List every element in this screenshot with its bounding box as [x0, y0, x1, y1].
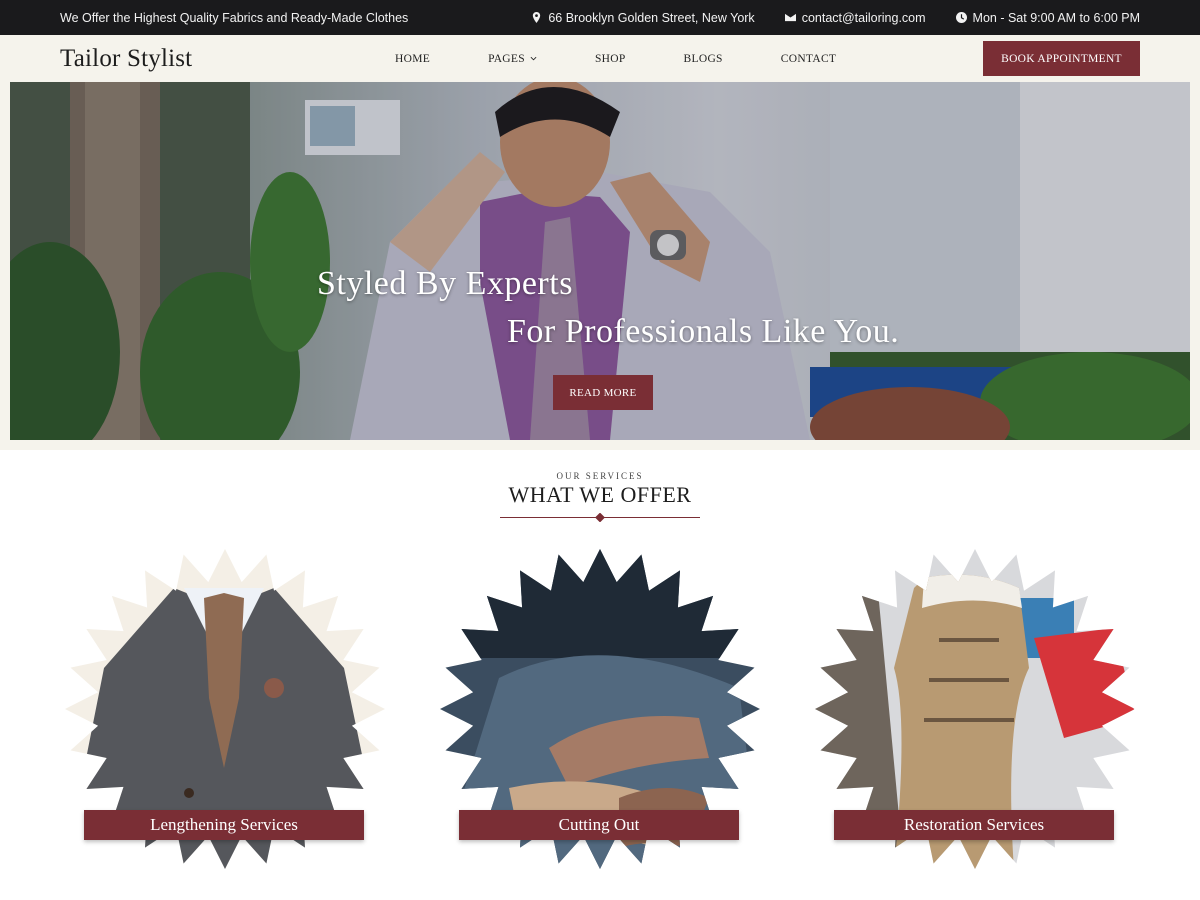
map-pin-icon	[533, 12, 541, 23]
nav-pages-label: PAGES	[488, 52, 525, 65]
service-card-lengthening[interactable]: Lengthening Services	[64, 548, 386, 870]
envelope-icon	[784, 13, 796, 22]
nav-pages[interactable]: PAGES	[488, 53, 537, 65]
service-label-cutting[interactable]: Cutting Out	[459, 810, 739, 840]
hero-title-line1: Styled By Experts	[317, 265, 573, 302]
section-eyebrow: OUR SERVICES	[556, 471, 644, 481]
service-card-cutting[interactable]: Cutting Out	[439, 548, 761, 870]
address-text: 66 Brooklyn Golden Street, New York	[548, 10, 755, 25]
nav-blogs-label: BLOGS	[683, 52, 723, 65]
hours-text: Mon - Sat 9:00 AM to 6:00 PM	[972, 10, 1140, 25]
hours-info: Mon - Sat 9:00 AM to 6:00 PM	[955, 10, 1140, 25]
service-label-restoration[interactable]: Restoration Services	[834, 810, 1114, 840]
nav-contact-label: CONTACT	[780, 52, 837, 65]
divider-ornament	[500, 513, 700, 522]
main-nav: HOME PAGES SHOP BLOGS CONTACT	[395, 53, 894, 65]
nav-shop-label: SHOP	[594, 52, 626, 65]
hero-title-line2: For Professionals Like You.	[507, 313, 900, 350]
address-info: 66 Brooklyn Golden Street, New York	[531, 10, 755, 25]
top-bar: We Offer the Highest Quality Fabrics and…	[0, 0, 1200, 35]
site-header: Tailor Stylist HOME PAGES SHOP BLOGS CON…	[0, 35, 1200, 82]
read-more-button[interactable]: READ MORE	[553, 375, 653, 410]
hero-frame: Styled By Experts For Professionals Like…	[0, 82, 1200, 450]
email-text[interactable]: contact@tailoring.com	[802, 11, 926, 25]
section-title: WHAT WE OFFER	[508, 482, 692, 507]
service-card-restoration[interactable]: Restoration Services	[814, 548, 1136, 870]
nav-contact[interactable]: CONTACT	[781, 53, 836, 65]
nav-home[interactable]: HOME	[395, 53, 430, 65]
site-logo[interactable]: Tailor Stylist	[60, 45, 380, 73]
book-appointment-button[interactable]: BOOK APPOINTMENT	[983, 41, 1140, 76]
email-info[interactable]: contact@tailoring.com	[784, 11, 926, 25]
service-label-lengthening[interactable]: Lengthening Services	[84, 810, 364, 840]
nav-shop[interactable]: SHOP	[595, 53, 626, 65]
nav-home-label: HOME	[395, 52, 431, 65]
tagline: We Offer the Highest Quality Fabrics and…	[60, 10, 409, 25]
chevron-down-icon	[530, 56, 537, 61]
clock-icon	[955, 12, 967, 23]
nav-blogs[interactable]: BLOGS	[684, 53, 723, 65]
hero-banner: Styled By Experts For Professionals Like…	[10, 82, 1190, 440]
